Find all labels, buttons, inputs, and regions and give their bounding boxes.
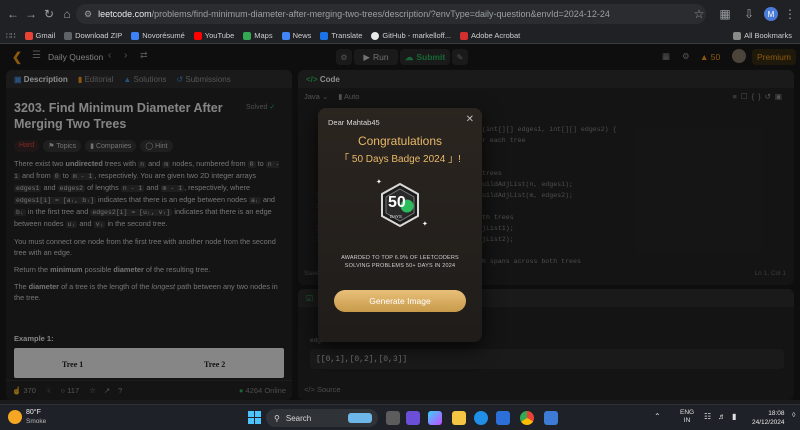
home-icon[interactable]: ⌂ (58, 5, 76, 23)
bookmark-youtube[interactable]: YouTube (193, 31, 234, 40)
notification-bell-icon[interactable]: ◊ (792, 412, 795, 419)
chrome-icon[interactable] (520, 411, 534, 425)
close-icon[interactable]: ✕ (466, 114, 474, 125)
badge-number: 50 (388, 194, 406, 211)
github-icon (371, 31, 380, 40)
maps-icon (243, 31, 252, 40)
badge-modal: Dear Mahtab45 ✕ Congratulations 「 50 Day… (318, 108, 482, 342)
windows-start-icon[interactable] (248, 411, 261, 424)
windows-taskbar: 80°F Smoke ⚲ Search ⌃ ENG IN ☷ ♬ ▮ 18:08 … (0, 404, 800, 430)
bookmark-news[interactable]: News (281, 31, 311, 40)
volume-icon[interactable]: ♬ (718, 412, 726, 421)
kebab-menu-icon[interactable]: ⋮ (781, 5, 799, 23)
address-bar[interactable]: ⚙ leetcode.com/problems/find-minimum-dia… (76, 4, 706, 24)
search-highlight-icon (348, 413, 372, 423)
clock[interactable]: 18:08 24/12/2024 (752, 409, 785, 427)
youtube-icon (193, 31, 202, 40)
badge-graphic: ✦ ✦ 50 DAYS (366, 170, 434, 242)
taskbar-search[interactable]: ⚲ Search (266, 409, 378, 427)
bookmark-star-icon[interactable]: ☆ (690, 5, 708, 23)
tray-overflow-icon[interactable]: ⌃ (654, 412, 661, 421)
teams-icon[interactable] (406, 411, 420, 425)
bookmark-gmail[interactable]: Gmail (24, 31, 55, 40)
bookmark-translate[interactable]: Translate (320, 31, 362, 40)
input-language[interactable]: ENG IN (680, 409, 694, 425)
file-explorer-icon[interactable] (452, 411, 466, 425)
novoresume-icon (131, 31, 140, 40)
weather-condition: Smoke (26, 418, 47, 425)
folder-icon (733, 31, 742, 40)
all-bookmarks[interactable]: All Bookmarks (733, 31, 792, 40)
url-host: leetcode.com (98, 9, 152, 19)
award-description: AWARDED TO TOP 6.9% OF LEETCODERS SOLVIN… (341, 255, 459, 269)
bookmark-github[interactable]: GitHub - markelloff... (371, 31, 451, 40)
bookmark-adobe-acrobat[interactable]: Adobe Acrobat (460, 31, 520, 40)
modal-congrats: Congratulations (357, 134, 443, 148)
extensions-icon[interactable]: ▦ (716, 5, 734, 23)
download-icon[interactable]: ⇩ (740, 5, 758, 23)
weather-sun-icon[interactable] (8, 410, 22, 424)
bookmark-maps[interactable]: Maps (243, 31, 273, 40)
settings-app-icon[interactable] (544, 411, 558, 425)
svg-text:✦: ✦ (376, 178, 382, 186)
bookmarks-bar: ∷∷ Gmail Download ZIP Novorésumé YouTube… (0, 28, 800, 44)
zip-icon (64, 31, 73, 40)
adobe-acrobat-icon (460, 31, 469, 40)
modal-greeting: Dear Mahtab45 (328, 118, 380, 127)
reload-icon[interactable]: ↻ (40, 5, 58, 23)
forward-arrow-icon[interactable]: → (22, 5, 40, 23)
gmail-icon (24, 31, 33, 40)
badge-days-label: DAYS (390, 214, 402, 219)
apps-grid-icon[interactable]: ∷∷ (6, 31, 16, 40)
generate-image-button[interactable]: Generate Image (334, 290, 466, 312)
modal-badge-name: 「 50 Days Badge 2024 」! (339, 154, 461, 165)
copilot-icon[interactable] (428, 411, 442, 425)
profile-avatar[interactable]: M (764, 7, 778, 21)
search-icon: ⚲ (274, 413, 280, 423)
translate-icon (320, 31, 329, 40)
edge-icon[interactable] (474, 411, 488, 425)
site-info-icon[interactable]: ⚙ (84, 9, 92, 20)
task-view-icon[interactable] (386, 411, 400, 425)
battery-icon[interactable]: ▮ (732, 412, 736, 421)
weather-temp: 80°F (26, 409, 41, 416)
bookmark-novoresume[interactable]: Novorésumé (131, 31, 185, 40)
url-path: /problems/find-minimum-diameter-after-me… (151, 9, 610, 19)
svg-text:✦: ✦ (422, 220, 428, 228)
browser-toolbar: ← → ↻ ⌂ ⚙ leetcode.com/problems/find-min… (0, 0, 800, 28)
back-arrow-icon[interactable]: ← (4, 5, 22, 23)
news-icon (281, 31, 290, 40)
wifi-icon[interactable]: ☷ (704, 412, 711, 421)
store-icon[interactable] (496, 411, 510, 425)
bookmark-download-zip[interactable]: Download ZIP (64, 31, 122, 40)
